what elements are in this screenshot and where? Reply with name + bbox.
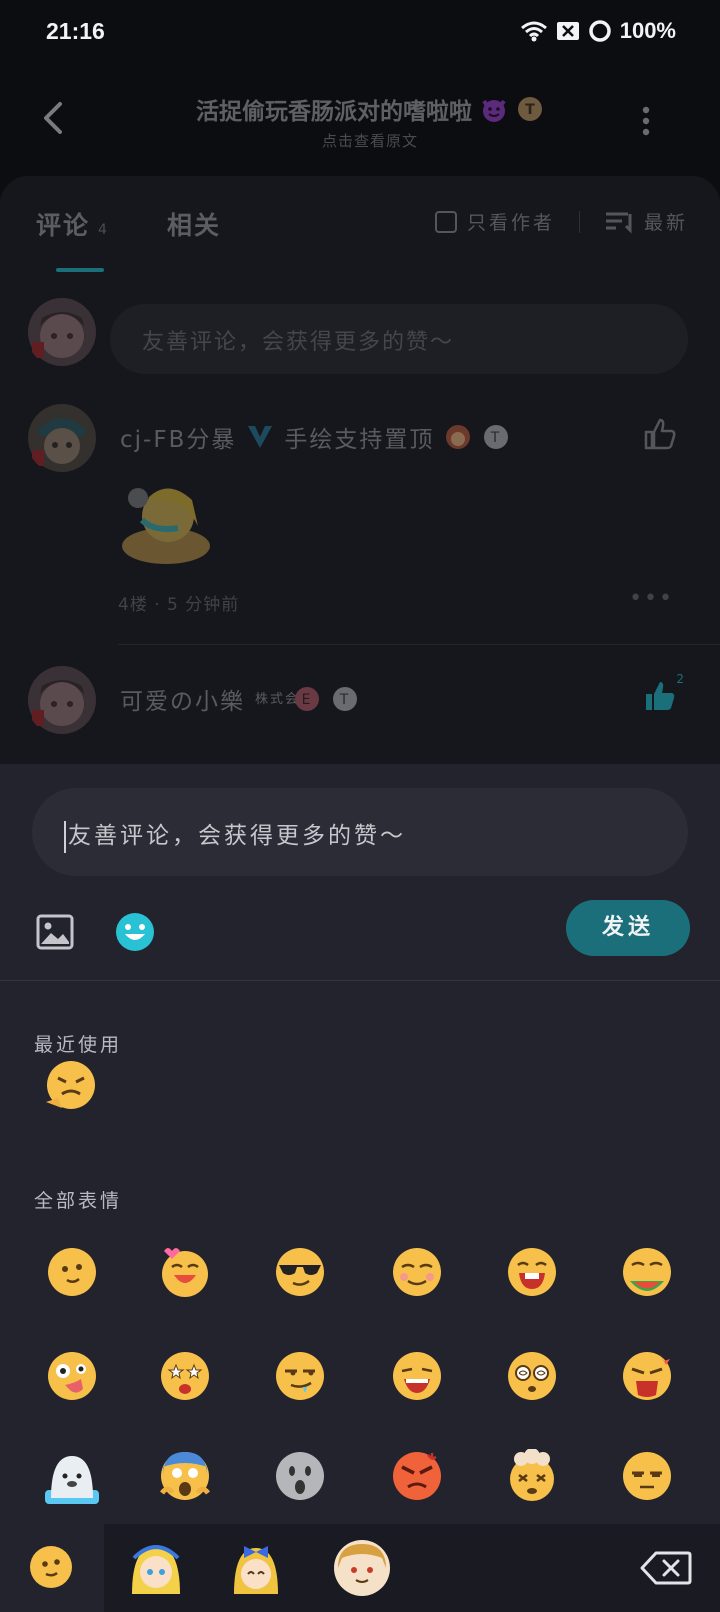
comment-tabs: 评论 4 相关 [36,206,221,242]
emoji-dizzy[interactable] [505,1349,559,1403]
panel-divider [0,980,720,981]
commenter-name[interactable]: 可爱の小樂 [120,682,245,716]
verified-v-icon [248,426,273,448]
comment-input[interactable]: 友善评论，会获得更多的赞～ [32,788,688,876]
active-tab-indicator [56,268,104,272]
commenter-tag: 手绘支持置顶 [284,427,435,453]
only-author-label[interactable]: 只看作者 [467,208,555,235]
liked-icon[interactable] [642,678,678,714]
pack-tab-bow-girl[interactable] [226,1538,286,1598]
emoji-star-struck[interactable] [158,1349,212,1403]
character-badge-icon [446,425,471,449]
svg-text:T: T [490,430,502,446]
emoji-laugh[interactable] [390,1349,444,1403]
back-arrow-icon[interactable] [38,98,68,138]
send-button[interactable]: 发送 [566,900,690,956]
post-title-text: 活捉偷玩香肠派对的嗜啦啦 [196,99,472,125]
status-icons: 100% [520,18,676,44]
emoji-crying-angry[interactable] [620,1349,674,1403]
emoji-unamused[interactable] [620,1449,674,1503]
tab-comments[interactable]: 评论 [36,206,90,242]
image-picker-icon[interactable] [36,914,74,950]
text-caret [64,820,66,853]
commenter-name-suffix: 株式会社 [255,691,316,707]
comment-divider [118,644,720,645]
emoji-toggle-icon[interactable] [115,912,155,952]
comment-entry-placeholder[interactable]: 友善评论，会获得更多的赞～ [110,304,688,374]
like-count: 2 [676,672,684,686]
commenter-name-row: 可爱の小樂 株式会社 E T [120,682,359,716]
pack-tab-blonde-girl[interactable] [126,1538,186,1598]
status-bar: 21:16 100% [0,0,720,66]
emoji-drool[interactable] [273,1349,327,1403]
emoji-pack-icon [30,1546,72,1588]
sort-label[interactable]: 最新 [644,208,688,235]
svg-text:T: T [339,692,351,708]
backspace-icon[interactable] [640,1550,692,1586]
comment-count: 4 [98,222,107,238]
commenter-avatar[interactable] [26,664,98,736]
devil-emoji-icon [482,99,506,122]
sticker-image[interactable] [118,476,214,568]
no-sim-icon [556,22,579,40]
comments-sheet: 评论 4 相关 只看作者 最新 友善评论，会获得更多的赞～ cj-FB分暴 手绘… [0,176,720,766]
emoji-slight-smile[interactable] [45,1245,99,1299]
emoji-big-grin[interactable] [505,1245,559,1299]
comment-filters: 只看作者 最新 [434,208,688,235]
sort-icon[interactable] [604,210,634,234]
emoji-smug[interactable] [390,1245,444,1299]
recent-emoji-angry-pointing[interactable] [44,1058,98,1112]
status-time: 21:16 [46,18,105,44]
view-original-link[interactable]: 点击查看原文 [150,130,590,151]
comment-input-placeholder: 友善评论，会获得更多的赞～ [68,823,406,849]
emoji-drooling-watermelon[interactable] [620,1245,674,1299]
more-options-icon[interactable] [642,106,650,136]
top-app-bar: 活捉偷玩香肠派对的嗜啦啦 T 点击查看原文 [0,66,720,176]
commenter-name-row: cj-FB分暴 手绘支持置顶 T [120,420,510,454]
commenter-name[interactable]: cj-FB分暴 [120,420,236,454]
all-section-label: 全部表情 [34,1190,123,1212]
emoji-frozen-seal[interactable] [43,1450,101,1508]
emoji-input-panel: 友善评论，会获得更多的赞～ 发送 最近使用 全部表情 [0,764,720,1612]
recent-section-label: 最近使用 [34,1034,123,1056]
pack-tab-chibi-group[interactable] [332,1538,392,1598]
svg-text:E: E [302,692,313,708]
comment-more-icon[interactable]: ••• [629,586,674,611]
svg-text:T: T [525,102,535,118]
filter-divider [578,210,580,233]
sticker-pack-bar [0,1524,720,1612]
battery-level: 100% [619,18,676,43]
emoji-scream[interactable] [158,1449,212,1503]
e-badge-icon: E [295,687,319,711]
emoji-love-grin[interactable] [158,1245,212,1299]
my-avatar[interactable] [26,296,98,368]
post-title-area[interactable]: 活捉偷玩香肠派对的嗜啦啦 T 点击查看原文 [150,92,590,151]
post-title: 活捉偷玩香肠派对的嗜啦啦 T [196,92,544,126]
level-badge-icon: T [333,687,357,711]
emoji-mind-blown[interactable] [505,1449,559,1503]
battery-ring-icon [588,20,611,42]
wifi-icon [520,21,547,42]
like-icon[interactable] [642,416,678,452]
emoji-shocked-grey[interactable] [273,1449,327,1503]
level-badge-icon: T [518,97,542,121]
pack-tab-emoji-active[interactable] [0,1524,104,1612]
commenter-avatar[interactable] [26,402,98,474]
emoji-sunglasses[interactable] [273,1245,327,1299]
only-author-checkbox[interactable] [434,210,457,233]
level-badge-icon: T [484,425,509,449]
comment-meta: 4楼 · 5 分钟前 [118,595,240,615]
emoji-crazy-tongue[interactable] [45,1349,99,1403]
emoji-rage[interactable] [390,1449,444,1503]
tab-related[interactable]: 相关 [167,206,221,242]
